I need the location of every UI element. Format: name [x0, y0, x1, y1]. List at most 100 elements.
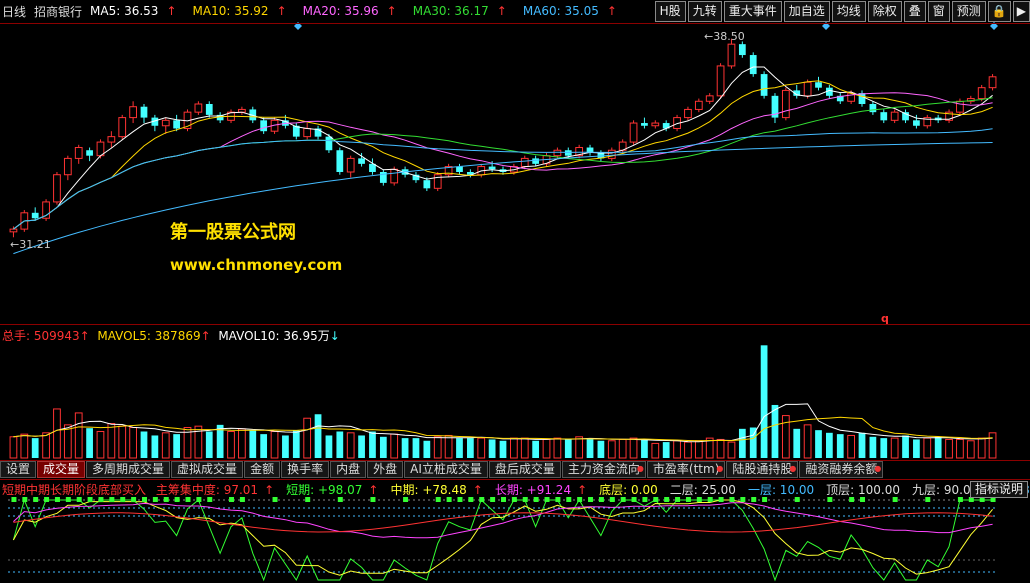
- total-volume-label: 总手: 509943: [2, 329, 80, 343]
- tab-item[interactable]: 盘后成交量: [488, 461, 561, 478]
- volume-bar-up: [673, 440, 681, 459]
- volume-bar-down: [564, 439, 572, 458]
- volume-bar-up: [238, 428, 246, 459]
- volume-header: 总手: 509943↑ MAVOL5: 387869↑ MAVOL10: 36.…: [2, 327, 340, 344]
- candle-body-up: [629, 122, 638, 143]
- volume-bar-up: [510, 437, 518, 459]
- indicator-help-button[interactable]: 指标说明: [969, 481, 1028, 498]
- volume-bar-down: [314, 414, 322, 458]
- volume-bar-up: [923, 437, 932, 459]
- tab-item[interactable]: 设置: [0, 461, 37, 478]
- volume-bar-down: [880, 438, 888, 458]
- candle-body-up: [194, 103, 203, 113]
- tab-item[interactable]: 金额: [244, 461, 281, 478]
- volume-bar-up: [433, 436, 442, 459]
- candle-body-down: [86, 150, 93, 156]
- candle-body-up: [988, 76, 997, 89]
- volume-bar-up: [161, 432, 170, 459]
- volume-bar-down: [826, 432, 833, 458]
- volume-bar-down: [336, 431, 344, 458]
- candle-body-down: [140, 106, 148, 118]
- ma30-line: [13, 97, 993, 230]
- candle-body-down: [869, 104, 877, 113]
- volume-bar-down: [249, 430, 257, 458]
- candle-body-down: [456, 166, 463, 172]
- volume-bar-down: [282, 435, 289, 458]
- indicator-name[interactable]: 短期中期长期阶段底部买入: [2, 483, 146, 497]
- tab-item[interactable]: 成交量: [37, 461, 86, 478]
- tab-item[interactable]: 主力资金流向 ●: [561, 461, 646, 478]
- volume-bar-down: [662, 442, 670, 458]
- volume-bar-down: [869, 436, 877, 458]
- candle-body-up: [118, 117, 127, 138]
- volume-bar-down: [401, 438, 409, 458]
- candle-body-down: [423, 180, 431, 189]
- volume-bar-up: [477, 437, 486, 459]
- candle-body-down: [205, 104, 213, 115]
- volume-bar-down: [86, 428, 93, 458]
- candle-body-up: [161, 119, 170, 127]
- volume-bar-up: [847, 434, 856, 459]
- volume-bar-down: [292, 430, 300, 458]
- volume-bar-up: [42, 432, 50, 459]
- volume-bar-down: [532, 440, 540, 458]
- watermark-url: www.chnmoney.com: [170, 256, 343, 274]
- volume-bar-up: [629, 437, 638, 459]
- candle-body-down: [738, 44, 746, 56]
- new-dot-icon: ●: [636, 464, 644, 473]
- up-arrow-icon: ↑: [264, 483, 275, 497]
- candle-body-up: [716, 65, 725, 97]
- volume-bar-down: [260, 434, 268, 458]
- mavol5-label: MAVOL5: 387869: [97, 329, 201, 343]
- candle-body-down: [749, 55, 757, 75]
- candle-body-down: [641, 123, 648, 126]
- candle-body-up: [107, 136, 116, 143]
- indicator-value: 长期: +91.24 ↑: [494, 483, 588, 497]
- header-divider: [0, 23, 1030, 24]
- volume-bar-up: [803, 424, 812, 459]
- candlestick-series: [9, 38, 997, 238]
- candle-body-down: [31, 212, 39, 219]
- candle-body-up: [129, 106, 137, 119]
- indicator-value: 顶层: 100.00: [826, 483, 901, 497]
- volume-bar-down: [641, 439, 648, 458]
- volume-bar-up: [945, 438, 953, 459]
- volume-bar-up: [444, 434, 453, 459]
- candle-body-up: [520, 157, 529, 168]
- candle-body-down: [325, 136, 333, 151]
- mavol10-line: [13, 416, 993, 442]
- indicator-series-line: [12, 498, 993, 582]
- tab-item[interactable]: 虚拟成交量: [171, 461, 244, 478]
- candle-body-down: [564, 150, 572, 156]
- candle-body-down: [336, 150, 344, 172]
- tab-item[interactable]: 陆股通持股 ●: [726, 461, 799, 478]
- tab-item[interactable]: 换手率: [281, 461, 330, 478]
- mavol10-label: MAVOL10: 36.95万: [218, 329, 330, 343]
- candle-body-down: [880, 112, 888, 121]
- volume-bar-up: [890, 437, 899, 459]
- volume-bar-up: [575, 436, 584, 459]
- tab-item[interactable]: 融资融券余额 ●: [799, 461, 884, 478]
- candle-body-up: [977, 87, 986, 100]
- mavol5-line: [13, 403, 993, 443]
- volume-bar-up: [129, 427, 137, 459]
- indicator-value: 短期: +98.07 ↑: [286, 483, 379, 497]
- volume-bar-up: [727, 441, 736, 459]
- tab-item[interactable]: 多周期成交量: [86, 461, 171, 478]
- tab-item[interactable]: 外盘: [367, 461, 404, 478]
- new-dot-icon: ●: [874, 464, 882, 473]
- up-arrow-icon: ↑: [577, 483, 588, 497]
- volume-bar-up: [74, 412, 83, 459]
- volume-bar-up: [390, 433, 399, 459]
- volume-bar-down: [173, 434, 180, 458]
- ma20-line: [13, 92, 993, 230]
- candle-body-up: [74, 147, 83, 159]
- tab-item[interactable]: 内盘: [330, 461, 367, 478]
- tab-item[interactable]: 市盈率(ttm) ●: [646, 461, 726, 478]
- volume-bar-up: [977, 437, 986, 459]
- tab-item[interactable]: AI立桩成交量: [404, 461, 488, 478]
- candle-body-up: [346, 157, 355, 173]
- indicator-header: 短期中期长期阶段底部买入 主筹集中度: 97.01 ↑ 短期: +98.07 ↑ 中期:…: [0, 481, 1030, 498]
- volume-bar-down: [934, 436, 942, 458]
- volume-bar-down: [499, 440, 507, 458]
